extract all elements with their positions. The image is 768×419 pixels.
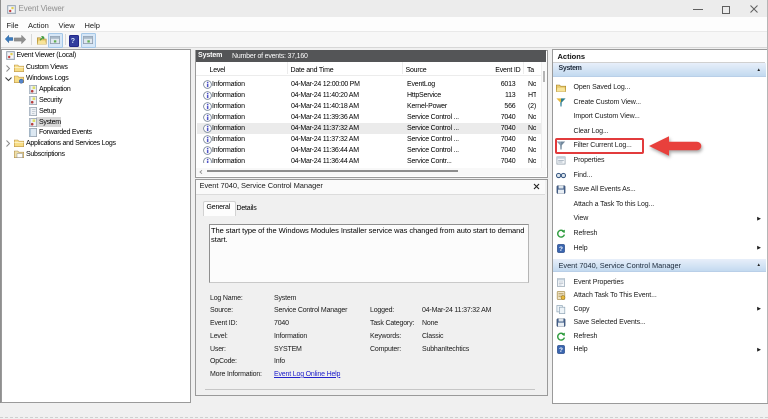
svg-text:?: ? [559, 347, 563, 354]
svg-text:?: ? [559, 245, 563, 252]
